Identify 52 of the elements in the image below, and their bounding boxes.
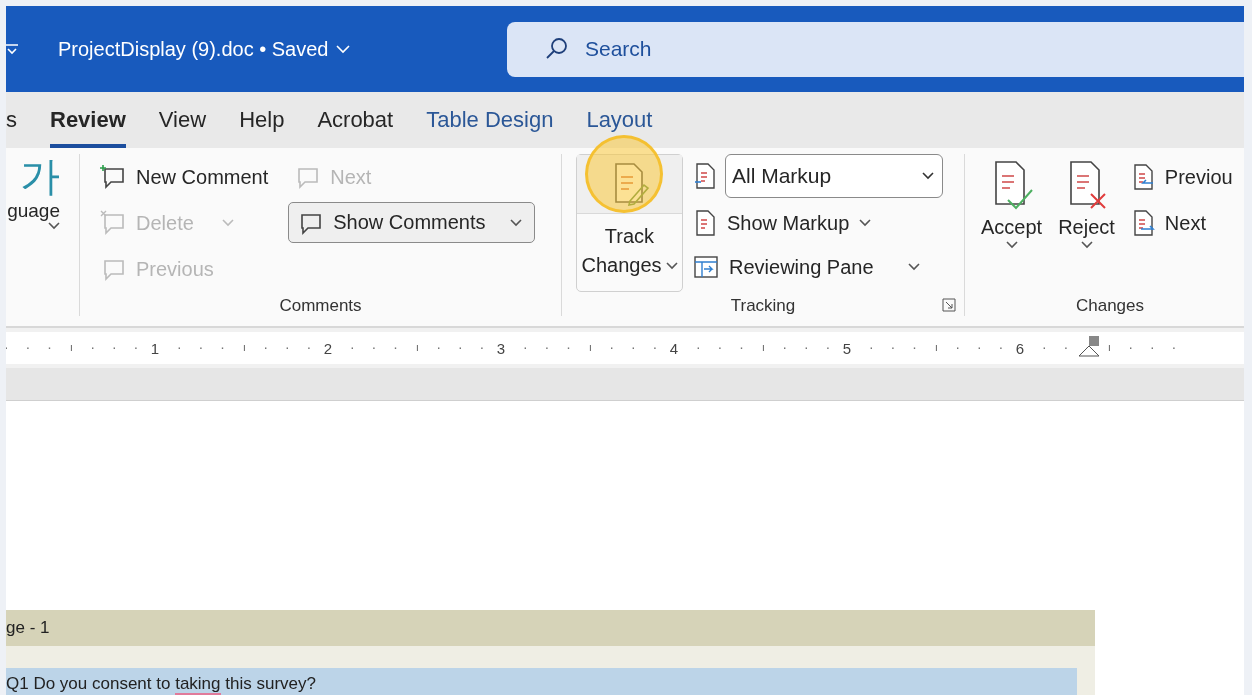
group-label: Comments bbox=[279, 296, 362, 316]
new-comment-button[interactable]: New Comment bbox=[100, 158, 269, 196]
ruler-number: 4 bbox=[668, 339, 680, 357]
document-title[interactable]: ProjectDisplay (9).doc • Saved bbox=[58, 37, 329, 61]
next-change-button[interactable]: Next bbox=[1130, 204, 1233, 242]
group-label: Changes bbox=[1075, 296, 1145, 316]
ribbon-tab[interactable]: s bbox=[6, 92, 17, 148]
ribbon-tab[interactable]: Table Design bbox=[426, 92, 554, 148]
document-icon bbox=[693, 209, 717, 237]
ruler-number: 3 bbox=[495, 339, 507, 357]
ruler-number: 2 bbox=[322, 339, 334, 357]
chevron-down-icon bbox=[922, 172, 934, 180]
chevron-down-icon bbox=[221, 219, 234, 227]
section-header: ge - 1 bbox=[6, 610, 1095, 646]
language-button[interactable]: guage bbox=[7, 200, 60, 222]
track-changes-button[interactable]: Track Changes bbox=[576, 154, 683, 292]
chevron-down-icon[interactable] bbox=[336, 44, 351, 54]
comment-plus-icon bbox=[100, 164, 126, 190]
chevron-down-icon bbox=[1005, 241, 1018, 249]
customize-icon[interactable] bbox=[6, 43, 18, 55]
chevron-down-icon bbox=[665, 261, 678, 270]
reviewing-pane-button[interactable]: Reviewing Pane bbox=[693, 248, 943, 286]
reject-button[interactable]: Reject bbox=[1058, 158, 1115, 296]
previous-change-button[interactable]: Previou bbox=[1130, 158, 1233, 196]
ribbon-tab[interactable]: Acrobat bbox=[317, 92, 394, 148]
search-placeholder: Search bbox=[585, 37, 652, 61]
ruler-number: 5 bbox=[841, 339, 853, 357]
markup-select[interactable]: All Markup bbox=[725, 154, 943, 198]
group-label: Tracking bbox=[730, 296, 796, 316]
ribbon-tab[interactable]: Layout bbox=[586, 92, 653, 148]
show-markup-button[interactable]: Show Markup bbox=[693, 204, 943, 242]
search-icon bbox=[545, 37, 569, 61]
ribbon-tab[interactable]: Review bbox=[50, 92, 126, 148]
question-text: Q1 Do you consent to taking this survey? bbox=[6, 674, 316, 694]
ruler-number: 6 bbox=[1014, 339, 1026, 357]
chevron-down-icon bbox=[510, 218, 523, 227]
language-icon[interactable]: 가 bbox=[20, 152, 60, 200]
accept-button[interactable]: Accept bbox=[981, 158, 1043, 296]
search-field[interactable]: Search bbox=[507, 21, 1244, 77]
ribbon-tab[interactable]: View bbox=[158, 92, 207, 148]
ruler-number: 1 bbox=[149, 339, 161, 357]
markup-icon bbox=[693, 162, 717, 190]
pane-icon bbox=[693, 254, 719, 280]
indent-marker-icon[interactable] bbox=[1077, 334, 1101, 358]
chevron-down-icon bbox=[859, 219, 872, 227]
comment-delete-icon bbox=[100, 210, 126, 236]
chevron-down-icon bbox=[1080, 241, 1093, 249]
ribbon-tab[interactable]: Help bbox=[239, 92, 285, 148]
chevron-down-icon bbox=[48, 222, 60, 230]
dialog-launcher-icon[interactable] bbox=[942, 298, 956, 312]
chevron-down-icon bbox=[907, 263, 920, 271]
show-comments-button[interactable]: Show Comments bbox=[288, 202, 536, 243]
